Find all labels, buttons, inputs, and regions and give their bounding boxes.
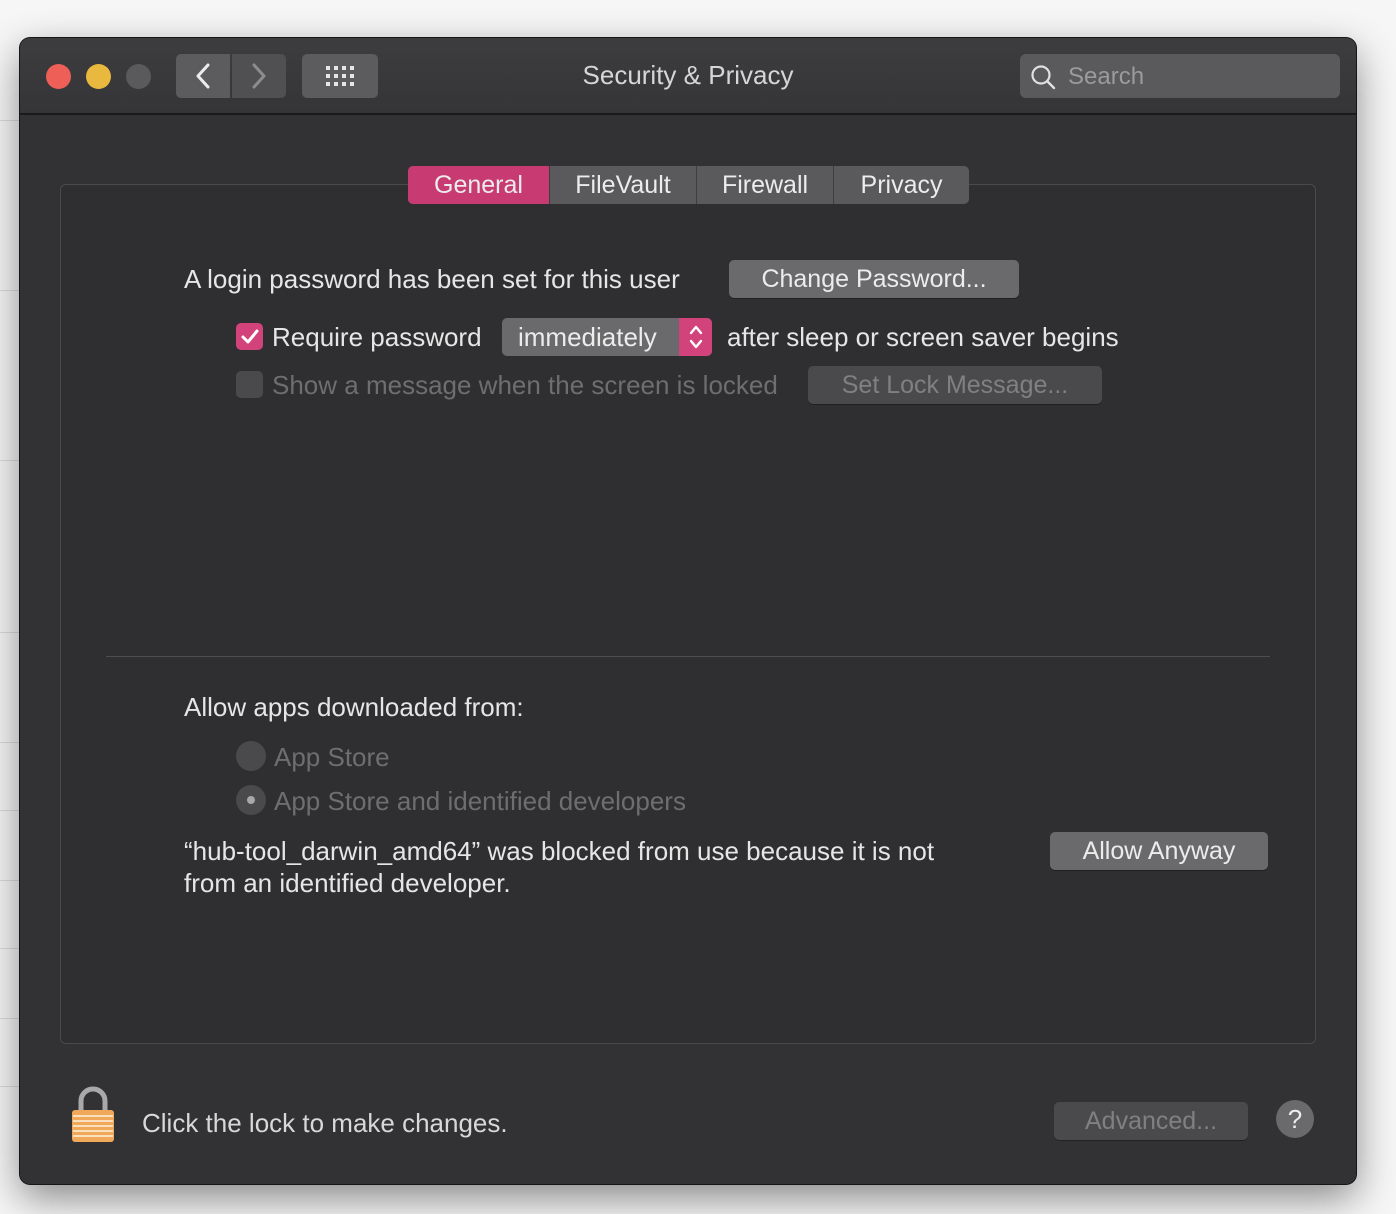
show-message-checkbox[interactable] [236, 371, 263, 398]
radio-identified-developers-label: App Store and identified developers [274, 786, 686, 816]
allow-anyway-button[interactable]: Allow Anyway [1050, 832, 1268, 870]
require-password-label: Require password [272, 322, 482, 352]
background-desktop [0, 0, 20, 1214]
advanced-button[interactable]: Advanced... [1054, 1102, 1248, 1140]
after-sleep-text: after sleep or screen saver begins [727, 322, 1119, 352]
set-lock-message-button[interactable]: Set Lock Message... [808, 366, 1102, 404]
search-field[interactable] [1020, 54, 1340, 98]
padlock-icon[interactable] [70, 1086, 116, 1149]
login-password-text: A login password has been set for this u… [184, 264, 680, 294]
tab-filevault[interactable]: FileVault [550, 166, 697, 204]
show-message-label: Show a message when the screen is locked [272, 370, 778, 400]
radio-identified-developers[interactable] [236, 785, 266, 815]
tab-firewall[interactable]: Firewall [697, 166, 834, 204]
tab-general[interactable]: General [408, 166, 550, 204]
section-divider [106, 656, 1270, 657]
radio-app-store[interactable] [236, 741, 266, 771]
tab-bar: General FileVault Firewall Privacy [408, 166, 969, 204]
preferences-window: Security & Privacy General FileVault Fir… [20, 38, 1356, 1184]
help-button[interactable]: ? [1276, 1100, 1314, 1138]
checkmark-icon [241, 329, 258, 343]
radio-app-store-label: App Store [274, 742, 390, 772]
search-icon [1031, 65, 1056, 90]
tab-content-panel [60, 184, 1316, 1044]
blocked-app-message-line2: from an identified developer. [184, 868, 511, 898]
allow-apps-heading: Allow apps downloaded from: [184, 692, 524, 722]
title-bar: Security & Privacy [20, 38, 1356, 115]
updown-arrows-icon [679, 318, 712, 356]
lock-instruction-text: Click the lock to make changes. [142, 1108, 508, 1138]
require-password-delay-popup[interactable]: immediately [502, 318, 712, 356]
search-input[interactable] [1066, 58, 1330, 96]
popup-selected-value: immediately [518, 322, 657, 352]
blocked-app-message-line1: “hub-tool_darwin_amd64” was blocked from… [184, 836, 935, 866]
tab-privacy[interactable]: Privacy [834, 166, 969, 204]
require-password-checkbox[interactable] [236, 323, 263, 350]
change-password-button[interactable]: Change Password... [729, 260, 1019, 298]
